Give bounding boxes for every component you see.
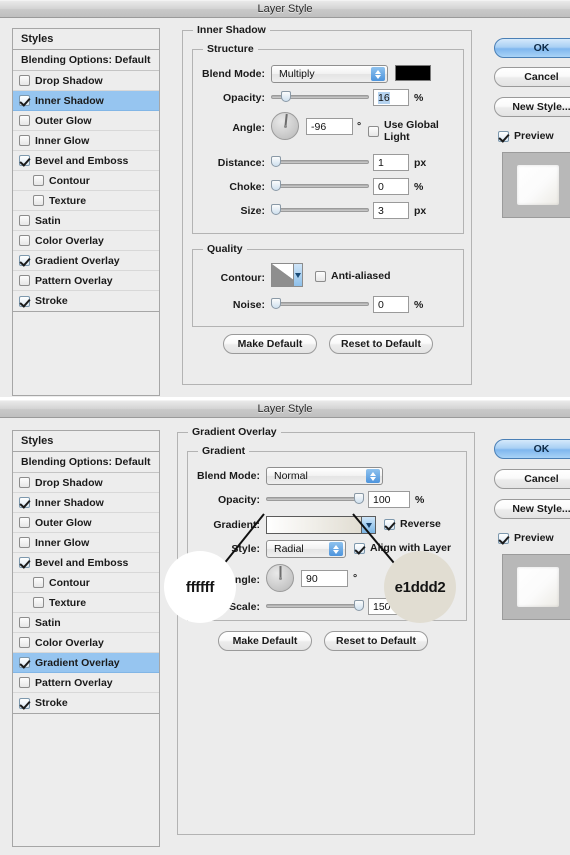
annotation-leader-lines bbox=[214, 513, 405, 576]
annotation-callout-ffffff: ffffff bbox=[164, 551, 236, 623]
annotation-callout-ffffff-label: ffffff bbox=[185, 578, 215, 596]
annotation-callout-e1ddd2-label: e1ddd2 bbox=[394, 578, 446, 596]
screenshot-root: Layer Style Styles Blending Options: Def… bbox=[0, 0, 570, 855]
annotation-callout-e1ddd2: e1ddd2 bbox=[384, 551, 456, 623]
